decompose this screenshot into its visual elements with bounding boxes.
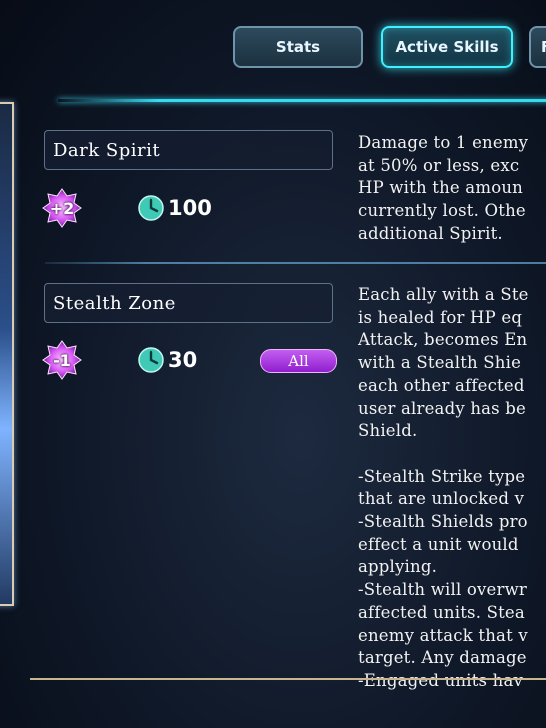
skill-name-label: Stealth Zone (53, 292, 176, 314)
character-portrait (0, 102, 14, 606)
cooldown: 100 (138, 194, 212, 222)
skill-name-label: Dark Spirit (53, 139, 161, 161)
skill-divider (45, 262, 546, 264)
skill-name-dark-spirit: Dark Spirit (44, 130, 333, 170)
spirit-cost-badge: -1 (42, 340, 82, 380)
skill-description: Each ally with a Ste is healed for HP eq… (358, 285, 529, 690)
clock-icon (138, 195, 164, 221)
skill-name-stealth-zone: Stealth Zone (44, 283, 333, 323)
footer-divider (30, 678, 546, 680)
clock-icon (138, 347, 164, 373)
tab-next[interactable]: F (529, 26, 546, 68)
skill-description: Damage to 1 enemy at 50% or less, exc HP… (358, 133, 529, 243)
header-divider (58, 99, 546, 102)
spirit-cost-value: +2 (49, 198, 75, 218)
cooldown: 30 (138, 346, 197, 374)
cooldown-value: 30 (168, 348, 198, 372)
target-all-badge: All (260, 349, 337, 373)
spirit-cost-badge: +2 (42, 188, 82, 228)
spirit-cost-value: -1 (53, 350, 71, 370)
cooldown-value: 100 (168, 196, 212, 220)
tab-stats[interactable]: Stats (233, 26, 363, 68)
tab-active-skills[interactable]: Active Skills (381, 26, 513, 68)
